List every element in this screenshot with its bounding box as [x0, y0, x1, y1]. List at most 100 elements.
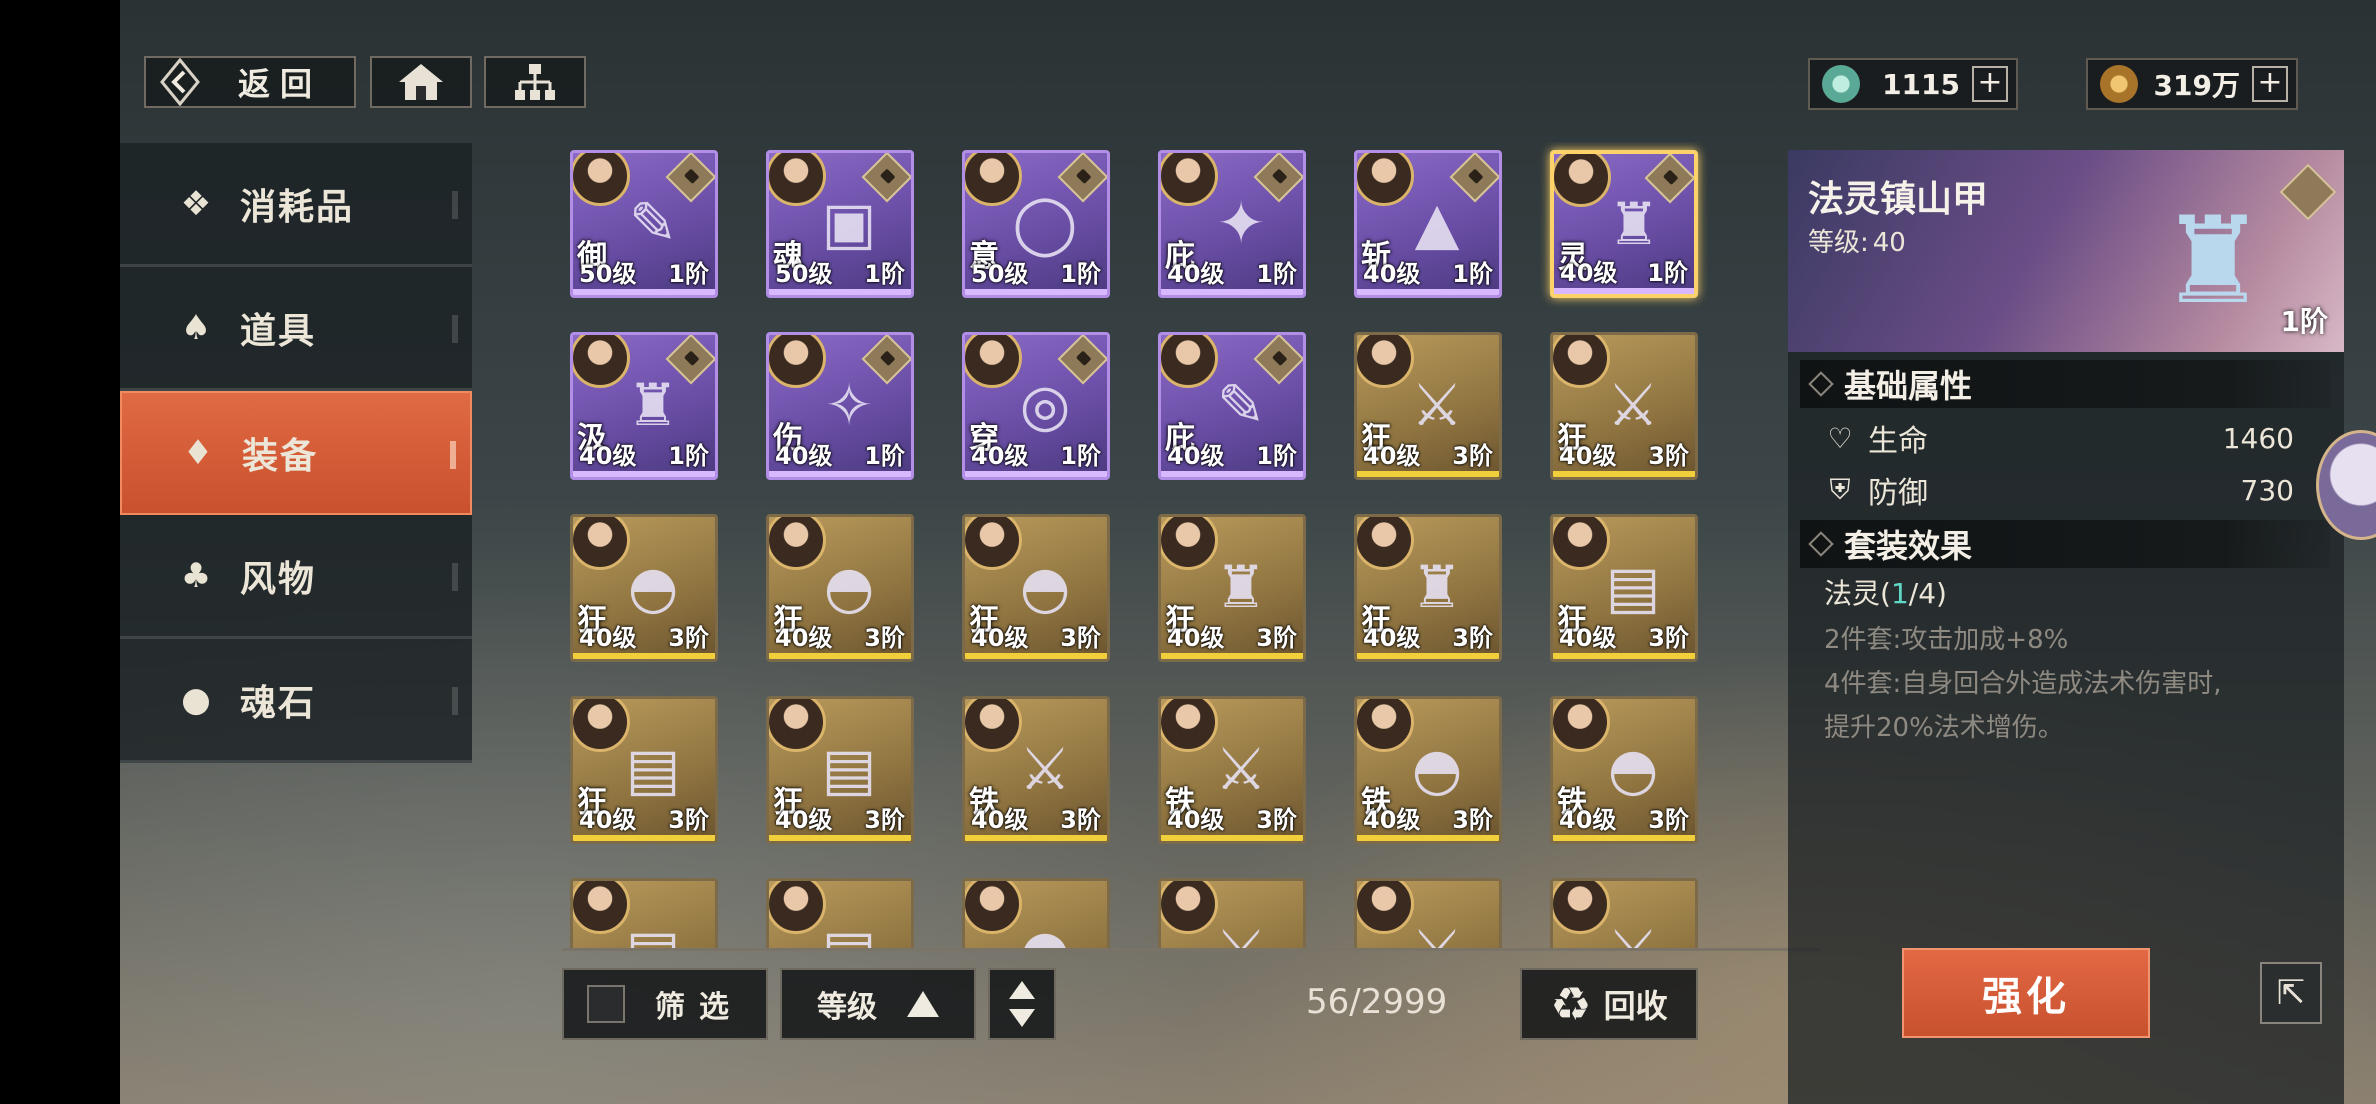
rarity-bar	[1554, 288, 1694, 294]
equipment-art: ◓	[1411, 735, 1463, 803]
rarity-bar	[769, 471, 911, 477]
slot-level: 40级	[579, 806, 637, 834]
equipment-art: ◯	[1012, 189, 1078, 257]
slot-stars: 3阶	[1060, 624, 1101, 652]
category-tab[interactable]: ● 魂石	[120, 639, 472, 763]
equipment-slot[interactable]: ⚔ 狂 40级 3阶	[1550, 332, 1698, 480]
equipment-slot[interactable]: ⚔	[1158, 878, 1306, 948]
sort-ascending-icon	[907, 991, 939, 1017]
category-label: 魂石	[240, 682, 317, 724]
equipment-slot[interactable]: ◓ 狂 40级 3阶	[766, 514, 914, 662]
rarity-bar	[1553, 471, 1695, 477]
back-button[interactable]: 返回	[144, 56, 356, 108]
category-indicator	[452, 315, 458, 343]
equipment-slot[interactable]: ♜ 灵 40级 1阶	[1550, 150, 1698, 298]
category-tab[interactable]: ♣ 风物	[120, 515, 472, 639]
shield-icon: ⛨	[1829, 473, 1851, 506]
equipment-art: ▤	[821, 735, 877, 803]
set-name-text: 法灵	[1824, 577, 1881, 610]
home-button[interactable]	[370, 56, 472, 108]
category-tab[interactable]: ♠ 道具	[120, 267, 472, 391]
equipment-slot[interactable]: ◎ 穿 40级 1阶	[962, 332, 1110, 480]
expand-button[interactable]: ⇱	[2260, 962, 2322, 1024]
sort-level-button[interactable]: 等级	[780, 968, 976, 1040]
equipment-slot[interactable]: ▲ 斩 40级 1阶	[1354, 150, 1502, 298]
slot-stars: 3阶	[1256, 806, 1297, 834]
equipment-slot[interactable]: ◓	[962, 878, 1110, 948]
equipment-slot[interactable]: ✎ 庇 40级 1阶	[1158, 332, 1306, 480]
sort-order-toggle[interactable]	[988, 968, 1056, 1040]
stat-hp: ♡ 生命 1460	[1824, 416, 2294, 460]
equipment-slot[interactable]: ⚔	[1550, 878, 1698, 948]
slot-level: 40级	[1363, 624, 1421, 652]
rarity-bar	[965, 653, 1107, 659]
jade-icon	[1822, 65, 1860, 103]
equipment-art: ▣	[821, 189, 877, 257]
rarity-bar	[965, 289, 1107, 295]
rarity-bar	[1357, 653, 1499, 659]
filter-label: 筛选	[655, 990, 743, 1025]
category-tab[interactable]: ♦ 装备	[120, 391, 472, 515]
category-label: 装备	[242, 436, 319, 477]
slot-stars: 1阶	[1060, 260, 1101, 288]
equipment-slot[interactable]: ▣ 魂 50级 1阶	[766, 150, 914, 298]
rarity-bar	[573, 835, 715, 841]
add-jade-button[interactable]: +	[1972, 66, 2008, 102]
equipment-art: ◓	[1019, 553, 1071, 621]
rarity-bar	[769, 653, 911, 659]
equipment-slot[interactable]: ▤	[570, 878, 718, 948]
equipment-art: ◎	[1019, 371, 1071, 439]
filter-checkbox[interactable]	[587, 985, 625, 1023]
equipment-slot[interactable]: ♜ 狂 40级 3阶	[1354, 514, 1502, 662]
slot-level: 40级	[1363, 442, 1421, 470]
equipment-slot[interactable]: ▤ 狂 40级 3阶	[1550, 514, 1698, 662]
recycle-button[interactable]: ♻ 回收	[1520, 968, 1698, 1040]
stat-defense: ⛨ 防御 730	[1824, 468, 2294, 512]
equipment-slot[interactable]: ◓ 狂 40级 3阶	[962, 514, 1110, 662]
equipment-slot[interactable]: ✧ 伤 40级 1阶	[766, 332, 914, 480]
category-tab[interactable]: ❖ 消耗品	[120, 143, 472, 267]
slot-level: 40级	[971, 624, 1029, 652]
item-rank: 1阶	[2280, 305, 2328, 338]
rarity-bar	[1161, 835, 1303, 841]
equipment-slot[interactable]: ♜ 狂 40级 3阶	[1158, 514, 1306, 662]
category-indicator	[452, 191, 458, 219]
equipment-slot[interactable]: ⚔ 铁 40级 3阶	[1158, 696, 1306, 844]
equipment-slot[interactable]: ✦ 庇 40级 1阶	[1158, 150, 1306, 298]
equipment-art: ✦	[1216, 189, 1266, 257]
enhance-button[interactable]: 强化	[1902, 948, 2150, 1038]
category-label: 道具	[240, 310, 317, 352]
slot-stars: 3阶	[1452, 806, 1493, 834]
equipment-slot[interactable]: ⚔ 狂 40级 3阶	[1354, 332, 1502, 480]
equipment-slot[interactable]: ✎ 御 50级 1阶	[570, 150, 718, 298]
equipment-slot[interactable]: ◯ 意 50级 1阶	[962, 150, 1110, 298]
equipment-slot[interactable]: ▤	[766, 878, 914, 948]
recycle-label: 回收	[1603, 987, 1668, 1025]
category-sidebar: ❖ 消耗品 ♠ 道具 ♦ 装备 ♣ 风物 ● 魂石	[120, 143, 472, 763]
slot-level: 40级	[775, 442, 833, 470]
slot-stars: 3阶	[864, 624, 905, 652]
equipment-slot[interactable]: ◓ 铁 40级 3阶	[1354, 696, 1502, 844]
set-count-rest: /4)	[1908, 577, 1947, 610]
equipment-slot[interactable]: ▤ 狂 40级 3阶	[766, 696, 914, 844]
back-label: 返回	[238, 65, 323, 103]
hierarchy-button[interactable]	[484, 56, 586, 108]
filter-button[interactable]: 筛选	[562, 968, 768, 1040]
rarity-bar	[1161, 289, 1303, 295]
rarity-bar	[1553, 653, 1695, 659]
slot-level: 40级	[579, 442, 637, 470]
equipment-slot[interactable]: ◓ 狂 40级 3阶	[570, 514, 718, 662]
stat-defense-value: 730	[2240, 473, 2294, 507]
equipment-slot[interactable]: ⚔	[1354, 878, 1502, 948]
equipment-slot[interactable]: ♜ 汲 40级 1阶	[570, 332, 718, 480]
set-count-have: 1	[1890, 577, 1909, 610]
hierarchy-icon	[515, 64, 555, 100]
add-coin-button[interactable]: +	[2252, 66, 2288, 102]
slot-stars: 3阶	[1060, 806, 1101, 834]
item-level: 等级: 40	[1808, 222, 1906, 259]
equipment-slot[interactable]: ▤ 狂 40级 3阶	[570, 696, 718, 844]
equipment-slot[interactable]: ⚔ 铁 40级 3阶	[962, 696, 1110, 844]
heart-icon: ♡	[1827, 421, 1853, 455]
equipment-art: ♜	[1411, 553, 1463, 621]
equipment-slot[interactable]: ◓ 铁 40级 3阶	[1550, 696, 1698, 844]
